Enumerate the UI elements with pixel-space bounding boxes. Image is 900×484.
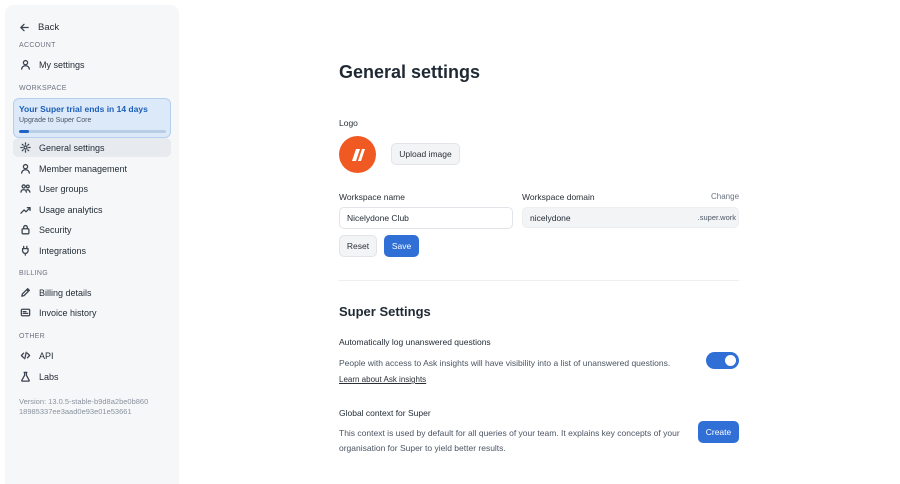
sidebar-item-label: Security bbox=[39, 224, 72, 235]
sidebar-item-api[interactable]: API bbox=[13, 346, 171, 365]
sidebar-item-security[interactable]: Security bbox=[13, 220, 171, 239]
save-button[interactable]: Save bbox=[384, 235, 419, 257]
super-settings-title: Super Settings bbox=[339, 304, 431, 319]
section-label-other: OTHER bbox=[19, 333, 45, 340]
create-context-button[interactable]: Create bbox=[698, 421, 739, 443]
auto-log-toggle[interactable] bbox=[706, 352, 739, 369]
sidebar-item-label: General settings bbox=[39, 142, 105, 153]
domain-value: nicelydone bbox=[530, 213, 571, 223]
global-context-heading: Global context for Super bbox=[339, 408, 431, 418]
sidebar-item-my-settings[interactable]: My settings bbox=[13, 55, 171, 74]
workspace-domain-field: nicelydone .super.work bbox=[522, 207, 739, 228]
plug-icon bbox=[20, 245, 31, 256]
auto-log-description: People with access to Ask insights will … bbox=[339, 358, 671, 368]
sidebar-item-label: Billing details bbox=[39, 287, 92, 298]
trial-banner[interactable]: Your Super trial ends in 14 days Upgrade… bbox=[13, 98, 171, 138]
section-label-workspace: WORKSPACE bbox=[19, 85, 67, 92]
trend-icon bbox=[20, 204, 31, 215]
person-icon bbox=[20, 59, 31, 70]
sidebar-item-label: Member management bbox=[39, 163, 128, 174]
trial-progress-fill bbox=[19, 130, 30, 133]
sidebar-item-label: My settings bbox=[39, 59, 85, 70]
toggle-knob bbox=[725, 355, 736, 366]
section-label-billing: BILLING bbox=[19, 270, 48, 277]
sidebar: Back ACCOUNT My settings WORKSPACE Your … bbox=[5, 5, 179, 484]
receipt-icon bbox=[20, 307, 31, 318]
workspace-name-input[interactable] bbox=[339, 207, 513, 229]
pen-icon bbox=[20, 287, 31, 298]
workspace-domain-label: Workspace domain bbox=[522, 192, 595, 202]
arrow-left-icon bbox=[19, 22, 30, 33]
users-icon bbox=[20, 183, 31, 194]
domain-suffix: .super.work bbox=[697, 213, 736, 222]
sidebar-item-label: Integrations bbox=[39, 245, 87, 256]
sidebar-item-label: User groups bbox=[39, 183, 89, 194]
change-domain-link[interactable]: Change bbox=[711, 192, 739, 201]
section-label-account: ACCOUNT bbox=[19, 42, 56, 49]
sidebar-item-label: Usage analytics bbox=[39, 204, 103, 215]
learn-ask-insights-link[interactable]: Learn about Ask insights bbox=[339, 375, 426, 384]
page-title: General settings bbox=[339, 62, 481, 82]
sidebar-item-label: Invoice history bbox=[39, 307, 97, 318]
logo-mark-icon bbox=[351, 148, 365, 161]
auto-log-heading: Automatically log unanswered questions bbox=[339, 337, 491, 347]
back-button[interactable]: Back bbox=[19, 17, 59, 37]
workspace-name-label: Workspace name bbox=[339, 192, 405, 202]
sidebar-item-general-settings[interactable]: General settings bbox=[13, 138, 171, 157]
version-text: Version: 13.0.5-stable-b9d8a2be0b860 189… bbox=[19, 397, 149, 416]
flask-icon bbox=[20, 371, 31, 382]
upload-image-button[interactable]: Upload image bbox=[391, 143, 460, 165]
global-context-description-line1: This context is used by default for all … bbox=[339, 428, 680, 438]
global-context-description-line2: organisation for Super to yield better r… bbox=[339, 443, 506, 453]
section-divider bbox=[339, 280, 739, 281]
sidebar-item-user-groups[interactable]: User groups bbox=[13, 179, 171, 198]
sidebar-item-integrations[interactable]: Integrations bbox=[13, 241, 171, 260]
trial-title: Your Super trial ends in 14 days bbox=[19, 104, 148, 114]
gear-icon bbox=[20, 142, 31, 153]
sidebar-item-label: Labs bbox=[39, 371, 59, 382]
sidebar-item-usage-analytics[interactable]: Usage analytics bbox=[13, 200, 171, 219]
sidebar-item-billing-details[interactable]: Billing details bbox=[13, 283, 171, 302]
logo-label: Logo bbox=[339, 118, 358, 128]
workspace-logo bbox=[339, 136, 376, 173]
sidebar-item-label: API bbox=[39, 350, 54, 361]
sidebar-item-invoice-history[interactable]: Invoice history bbox=[13, 303, 171, 322]
reset-button[interactable]: Reset bbox=[339, 235, 377, 257]
code-icon bbox=[20, 350, 31, 361]
trial-progress-bar bbox=[19, 130, 166, 133]
sidebar-item-labs[interactable]: Labs bbox=[13, 367, 171, 386]
lock-icon bbox=[20, 224, 31, 235]
trial-upgrade-link[interactable]: Upgrade to Super Core bbox=[19, 117, 91, 124]
back-label: Back bbox=[38, 21, 60, 33]
person-icon bbox=[20, 163, 31, 174]
sidebar-item-member-management[interactable]: Member management bbox=[13, 159, 171, 178]
